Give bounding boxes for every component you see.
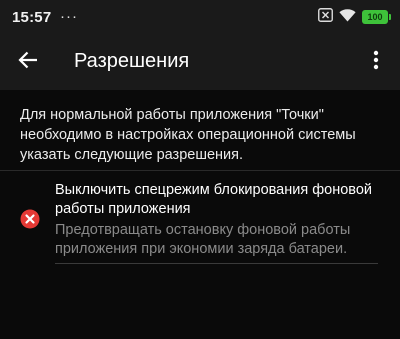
more-notifications-indicator: ··· bbox=[60, 8, 78, 25]
intro-text: Для нормальной работы приложения "Точки"… bbox=[20, 107, 356, 163]
page-title: Разрешения bbox=[74, 50, 190, 72]
overflow-menu-button[interactable] bbox=[364, 46, 388, 78]
sim-off-icon bbox=[318, 7, 333, 27]
status-bar: 15:57 ··· 100 bbox=[0, 0, 400, 34]
permission-title: Выключить спецрежим блокирования фоновой… bbox=[55, 182, 373, 217]
more-vert-icon bbox=[373, 50, 379, 75]
content-area: Для нормальной работы приложения "Точки"… bbox=[0, 90, 400, 339]
status-time: 15:57 bbox=[12, 9, 52, 26]
toolbar: Разрешения bbox=[0, 34, 400, 90]
back-button[interactable] bbox=[12, 46, 44, 78]
permission-description: Предотвращать остановку фоновой работы п… bbox=[55, 222, 351, 257]
battery-icon: 100 bbox=[362, 10, 391, 24]
arrow-back-icon bbox=[18, 51, 38, 74]
error-icon bbox=[20, 209, 40, 229]
item-divider bbox=[55, 263, 378, 264]
permission-item-background-restriction[interactable]: Выключить спецрежим блокирования фоновой… bbox=[0, 171, 400, 263]
status-icons: 100 bbox=[318, 7, 391, 27]
battery-level: 100 bbox=[367, 12, 383, 22]
wifi-icon bbox=[339, 8, 356, 27]
